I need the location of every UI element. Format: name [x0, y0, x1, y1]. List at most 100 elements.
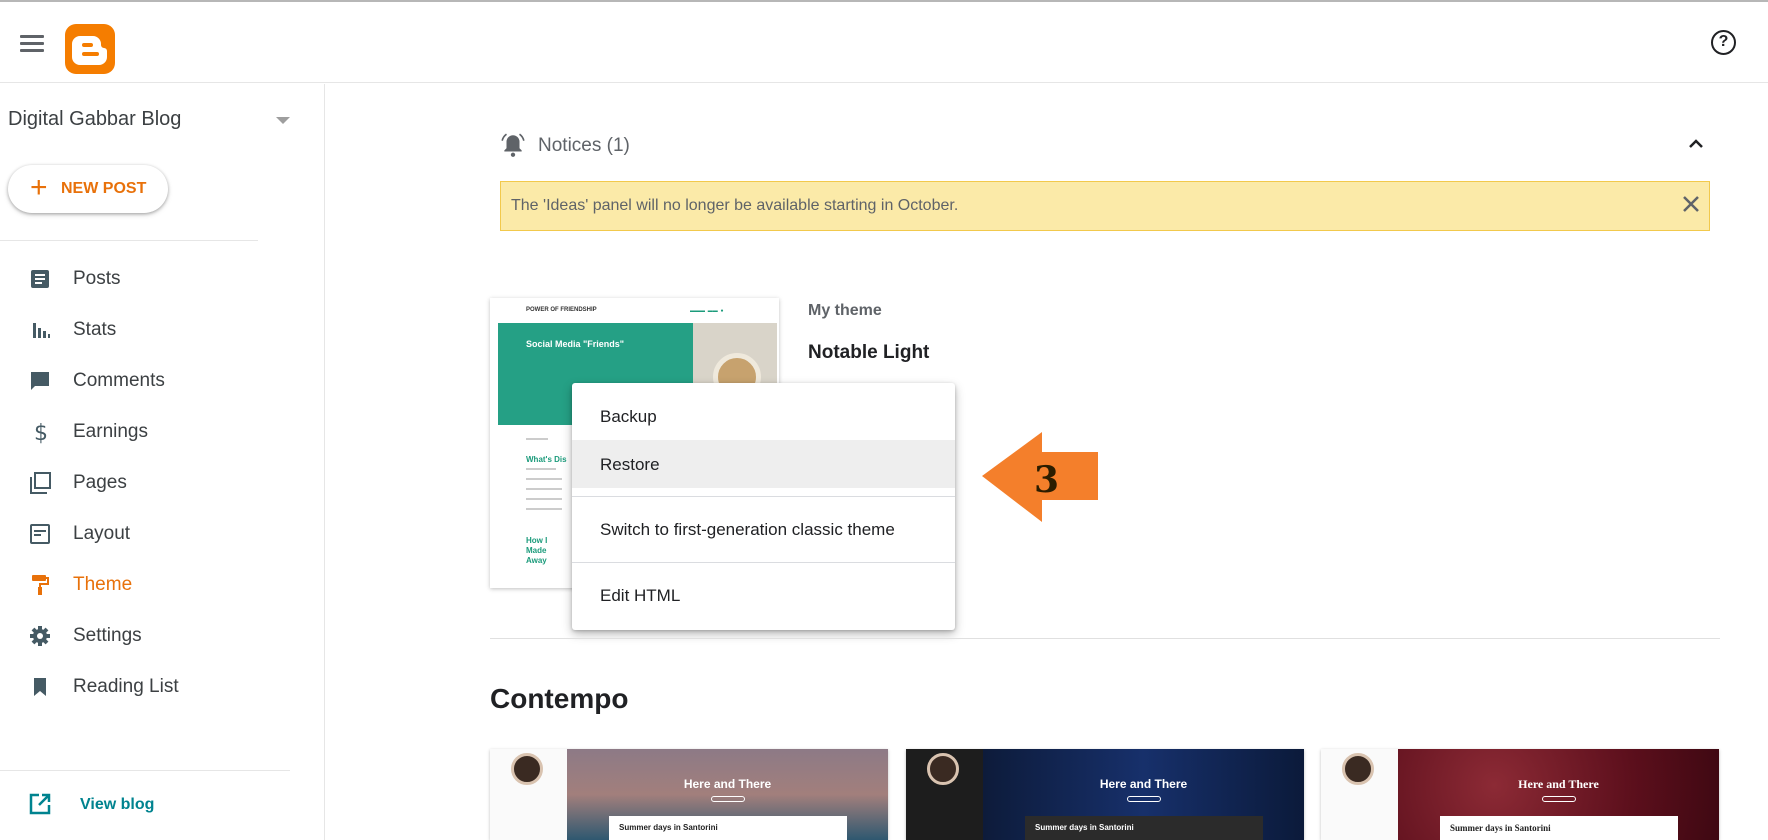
- chevron-up-icon[interactable]: [1684, 132, 1708, 156]
- sidebar: Digital Gabbar Blog + NEW POST Posts Sta…: [0, 84, 325, 840]
- posts-icon: [31, 270, 49, 288]
- step-arrow-annotation: 3: [982, 432, 1098, 522]
- theme-card-sidebar: [906, 749, 983, 840]
- menu-divider: [572, 562, 955, 563]
- sidebar-item-reading-list[interactable]: Reading List: [0, 663, 324, 711]
- theme-card-hero: Here and There Summer days in Santorini: [983, 749, 1304, 840]
- preview-text-line: [526, 478, 562, 480]
- menu-item-restore[interactable]: Restore: [572, 440, 955, 488]
- menu-item-label: Backup: [600, 407, 657, 426]
- open-in-new-icon: [29, 793, 51, 815]
- menu-item-label: Restore: [600, 455, 660, 474]
- theme-card-hero-title: Here and There: [1518, 777, 1599, 791]
- theme-card-post-title: Summer days in Santorini: [1035, 823, 1134, 832]
- theme-card-post: Summer days in Santorini: [1440, 816, 1678, 840]
- preview-text-line: [526, 488, 562, 490]
- my-theme-label: My theme: [808, 302, 882, 319]
- notices-header: Notices (1): [500, 130, 1710, 160]
- pages-icon: [30, 472, 51, 494]
- sidebar-item-label: Reading List: [73, 676, 179, 697]
- blogger-logo-icon[interactable]: [65, 24, 115, 74]
- preview-blog-title: POWER OF FRIENDSHIP: [526, 307, 597, 313]
- theme-card[interactable]: Here and There Summer days in Santorini: [1321, 749, 1719, 840]
- sidebar-item-label: Pages: [73, 472, 127, 493]
- sidebar-item-label: Layout: [73, 523, 131, 544]
- sidebar-item-settings[interactable]: Settings: [0, 612, 324, 660]
- theme-card-post-title: Summer days in Santorini: [619, 823, 718, 832]
- sidebar-item-label: Posts: [73, 268, 121, 289]
- avatar: [927, 753, 959, 785]
- dollar-icon: $: [34, 421, 48, 444]
- view-blog-link[interactable]: View blog: [0, 780, 324, 828]
- notice-message: The 'Ideas' panel will no longer be avai…: [511, 197, 959, 214]
- theme-card-post-title: Summer days in Santorini: [1450, 823, 1551, 833]
- sidebar-item-label: Comments: [73, 370, 165, 391]
- theme-card-sidebar: [490, 749, 567, 840]
- preview-nav: ▬▬▬ ▬▬ ●: [690, 308, 724, 314]
- preview-text-line: [526, 438, 548, 440]
- theme-card-hero-title: Here and There: [683, 777, 772, 791]
- bell-icon: [501, 133, 525, 157]
- theme-gallery-title: Contempo: [490, 683, 629, 714]
- help-icon[interactable]: ?: [1711, 30, 1736, 55]
- plus-icon: +: [30, 171, 48, 204]
- sidebar-item-label: Theme: [73, 574, 133, 595]
- theme-card-hero: Here and There Summer days in Santorini: [1398, 749, 1719, 840]
- blog-selector[interactable]: Digital Gabbar Blog: [8, 108, 298, 136]
- theme-card-pill: [711, 796, 745, 802]
- menu-item-backup[interactable]: Backup: [572, 392, 955, 440]
- app-header: ?: [0, 5, 1768, 83]
- theme-card[interactable]: Here and There Summer days in Santorini: [906, 749, 1304, 840]
- bookmark-icon: [34, 678, 46, 696]
- step-number: 3: [1034, 459, 1059, 501]
- preview-post-title: What's Dis: [526, 455, 567, 464]
- theme-card-pill: [1127, 796, 1161, 802]
- hamburger-menu-icon[interactable]: [20, 35, 44, 53]
- paint-roller-icon: [32, 575, 49, 595]
- preview-text-line: [526, 468, 556, 470]
- menu-divider: [572, 496, 955, 497]
- preview-text-line: [526, 498, 562, 500]
- layout-icon: [30, 524, 50, 544]
- sidebar-divider: [0, 770, 290, 771]
- new-post-button[interactable]: + NEW POST: [8, 165, 168, 213]
- comments-icon: [31, 372, 49, 390]
- theme-card-post: Summer days in Santorini: [1025, 816, 1263, 840]
- theme-name: Notable Light: [808, 342, 930, 363]
- theme-card-post: Summer days in Santorini: [609, 816, 847, 840]
- theme-card-sidebar: [1321, 749, 1398, 840]
- menu-item-label: Switch to first-generation classic theme: [600, 520, 895, 539]
- sidebar-divider: [0, 240, 258, 241]
- menu-item-label: Edit HTML: [600, 586, 681, 605]
- theme-options-menu: Backup Restore Switch to first-generatio…: [572, 383, 955, 630]
- sidebar-item-label: Earnings: [73, 421, 148, 442]
- preview-post-title: How I Made Away: [526, 536, 548, 565]
- menu-item-edit-html[interactable]: Edit HTML: [572, 571, 955, 619]
- sidebar-item-pages[interactable]: Pages: [0, 459, 324, 507]
- avatar: [511, 753, 543, 785]
- theme-card-hero-title: Here and There: [1099, 777, 1188, 791]
- blog-name: Digital Gabbar Blog: [8, 108, 182, 130]
- preview-featured-title: Social Media "Friends": [526, 339, 625, 349]
- section-divider: [490, 638, 1720, 639]
- close-icon[interactable]: [1679, 192, 1703, 216]
- dropdown-caret-icon: [276, 117, 290, 124]
- sidebar-item-theme[interactable]: Theme: [0, 561, 324, 609]
- theme-card-hero: Here and There Summer days in Santorini: [567, 749, 888, 840]
- sidebar-item-label: Settings: [73, 625, 142, 646]
- sidebar-item-comments[interactable]: Comments: [0, 357, 324, 405]
- sidebar-item-layout[interactable]: Layout: [0, 510, 324, 558]
- theme-card[interactable]: Here and There Summer days in Santorini: [490, 749, 888, 840]
- sidebar-item-earnings[interactable]: $ Earnings: [0, 408, 324, 456]
- stats-icon: [33, 323, 50, 338]
- gear-icon: [30, 626, 50, 646]
- avatar: [1342, 753, 1374, 785]
- sidebar-item-stats[interactable]: Stats: [0, 306, 324, 354]
- sidebar-item-posts[interactable]: Posts: [0, 255, 324, 303]
- notice-banner: The 'Ideas' panel will no longer be avai…: [500, 181, 1710, 231]
- svg-text:$: $: [34, 421, 48, 444]
- sidebar-item-label: Stats: [73, 319, 117, 340]
- menu-item-switch-classic-theme[interactable]: Switch to first-generation classic theme: [572, 505, 955, 553]
- new-post-label: NEW POST: [61, 180, 147, 197]
- preview-text-line: [526, 508, 562, 510]
